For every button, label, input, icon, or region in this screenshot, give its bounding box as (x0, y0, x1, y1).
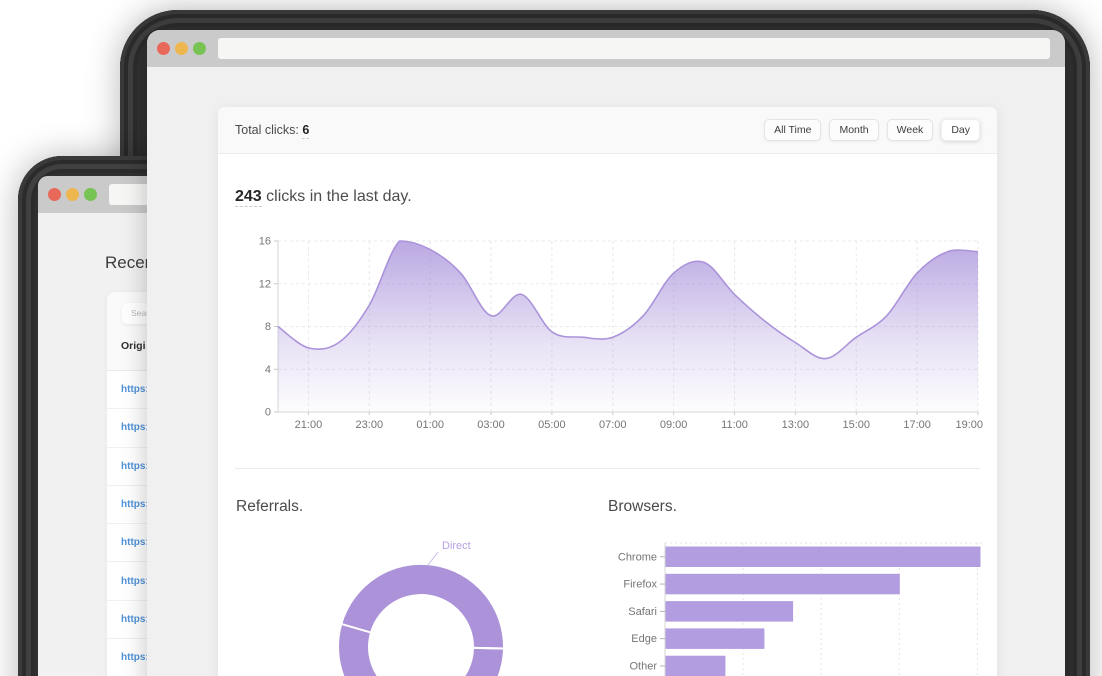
original-url-link[interactable]: https: (121, 537, 149, 548)
clicks-count: 243 (235, 188, 262, 207)
donut-chart-svg: Direct (330, 531, 530, 676)
total-clicks-label: Total clicks: 6 (235, 123, 309, 137)
total-clicks-value: 6 (302, 123, 309, 139)
bar-edge[interactable] (666, 628, 765, 649)
svg-text:17:00: 17:00 (903, 419, 931, 431)
clicks-area-chart: 0 4 8 12 16 21:00 23:00 01:00 03:00 05:00 07:00 09:… (235, 233, 985, 433)
browsers-section-title: Browsers. (608, 498, 677, 516)
filter-button-week[interactable]: Week (887, 119, 934, 141)
front-browser-toolbar (147, 30, 1065, 67)
svg-text:4: 4 (265, 364, 271, 376)
original-url-link[interactable]: https: (121, 422, 149, 433)
bar-safari[interactable] (666, 601, 794, 622)
bar-other[interactable] (666, 656, 726, 676)
original-url-link[interactable]: https: (121, 499, 149, 510)
section-divider (235, 468, 980, 469)
time-range-filters: All Time Month Week Day (764, 119, 980, 141)
total-clicks-text: Total clicks: (235, 123, 299, 137)
original-url-column-header: Origi (121, 340, 146, 352)
bar-chrome[interactable] (666, 547, 981, 568)
svg-text:01:00: 01:00 (416, 419, 444, 431)
svg-text:15:00: 15:00 (842, 419, 870, 431)
maximize-icon[interactable] (193, 42, 206, 55)
svg-text:03:00: 03:00 (477, 419, 505, 431)
original-url-link[interactable]: https: (121, 461, 149, 472)
original-url-link[interactable]: https: (121, 576, 149, 587)
front-browser-window: Total clicks: 6 All Time Month Week Day 243… (147, 30, 1065, 676)
svg-text:09:00: 09:00 (660, 419, 688, 431)
filter-button-all-time[interactable]: All Time (764, 119, 821, 141)
original-url-link[interactable]: https: (121, 384, 149, 395)
bar-chart-svg: Chrome Firefox Safari Edge Other (600, 531, 1000, 676)
analytics-card-header: Total clicks: 6 All Time Month Week Day (218, 107, 997, 154)
page: Recen Sear Origi https:https:https:https… (0, 0, 1102, 676)
svg-text:0: 0 (265, 407, 271, 419)
front-address-bar[interactable] (218, 38, 1050, 59)
original-url-link[interactable]: https: (121, 614, 149, 625)
svg-text:19:00: 19:00 (955, 419, 983, 431)
svg-text:07:00: 07:00 (599, 419, 627, 431)
svg-text:8: 8 (265, 321, 271, 333)
svg-text:12: 12 (259, 278, 271, 290)
clicks-headline-text: clicks in the last day. (262, 188, 412, 205)
maximize-icon[interactable] (84, 188, 97, 201)
svg-text:16: 16 (259, 236, 271, 248)
donut-direct-label: Direct (442, 540, 471, 552)
svg-text:Edge: Edge (631, 633, 657, 645)
referrals-donut-chart: Direct (330, 531, 530, 676)
bar-firefox[interactable] (666, 574, 900, 595)
svg-text:Chrome: Chrome (618, 551, 657, 563)
area-chart-svg: 0 4 8 12 16 21:00 23:00 01:00 03:00 05:00 07:00 09:… (235, 233, 985, 433)
svg-text:Firefox: Firefox (623, 579, 657, 591)
filter-button-month[interactable]: Month (829, 119, 878, 141)
browsers-bar-chart: Chrome Firefox Safari Edge Other (600, 531, 1000, 676)
donut-label-connector (428, 552, 438, 565)
svg-text:21:00: 21:00 (295, 419, 323, 431)
filter-button-day[interactable]: Day (941, 119, 980, 141)
minimize-icon[interactable] (66, 188, 79, 201)
analytics-card-body: 243 clicks in the last day. 0 4 8 12 16 21:00… (218, 154, 997, 676)
close-icon[interactable] (48, 188, 61, 201)
svg-text:Other: Other (629, 660, 657, 672)
svg-text:11:00: 11:00 (721, 419, 748, 431)
svg-text:13:00: 13:00 (782, 419, 810, 431)
clicks-headline: 243 clicks in the last day. (235, 188, 412, 206)
svg-text:Safari: Safari (628, 606, 657, 618)
close-icon[interactable] (157, 42, 170, 55)
svg-text:05:00: 05:00 (538, 419, 566, 431)
referrals-section-title: Referrals. (236, 498, 303, 516)
window-controls (48, 188, 97, 201)
window-controls (157, 42, 206, 55)
svg-text:23:00: 23:00 (356, 419, 384, 431)
minimize-icon[interactable] (175, 42, 188, 55)
original-url-link[interactable]: https: (121, 652, 149, 663)
analytics-card: Total clicks: 6 All Time Month Week Day 243… (218, 107, 997, 676)
